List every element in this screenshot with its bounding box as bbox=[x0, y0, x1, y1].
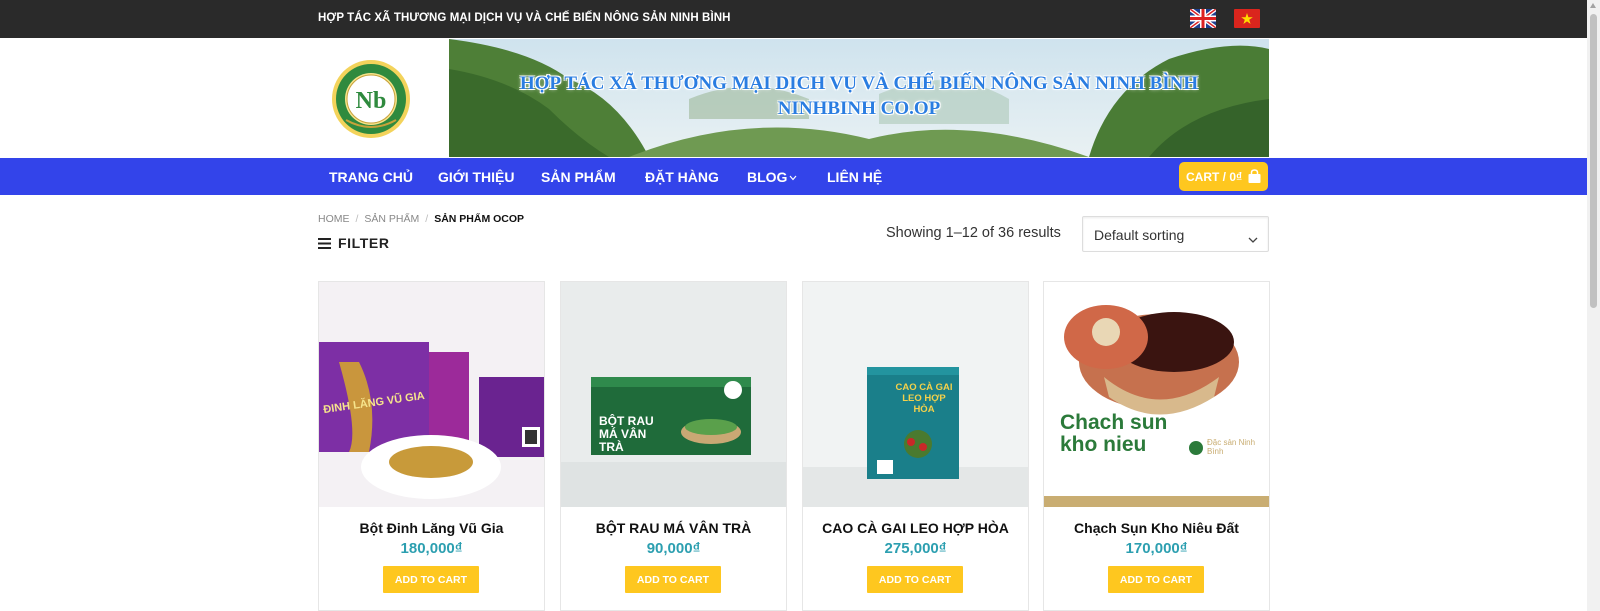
banner-title: HỢP TÁC XÃ THƯƠNG MẠI DỊCH VỤ VÀ CHẾ BIẾ… bbox=[519, 73, 1199, 94]
nav-item-order[interactable]: ĐẶT HÀNG bbox=[645, 169, 719, 185]
shopping-bag-icon bbox=[1247, 169, 1262, 187]
breadcrumb-current: SẢN PHẨM OCOP bbox=[434, 213, 525, 225]
scroll-up-icon[interactable] bbox=[1590, 3, 1596, 8]
product-image[interactable]: ĐINH LĂNG VŨ GIA bbox=[319, 282, 544, 507]
menu-icon bbox=[318, 237, 331, 249]
nav-item-contact[interactable]: LIÊN HỆ bbox=[827, 169, 882, 185]
product-image[interactable]: CAO CÀ GAI LEO HỢP HÒA bbox=[803, 282, 1028, 507]
cart-button[interactable]: CART / 0₫ bbox=[1179, 162, 1268, 191]
breadcrumb-separator: / bbox=[355, 213, 359, 225]
add-to-cart-button[interactable]: ADD TO CART bbox=[867, 566, 963, 593]
product-name[interactable]: Bột Đinh Lăng Vũ Gia bbox=[319, 520, 544, 536]
sort-select[interactable]: Default sorting bbox=[1082, 216, 1269, 252]
nav-item-home[interactable]: TRANG CHỦ bbox=[329, 169, 413, 185]
nav-item-about[interactable]: GIỚI THIỆU bbox=[438, 169, 515, 185]
header-banner: HỢP TÁC XÃ THƯƠNG MẠI DỊCH VỤ VÀ CHẾ BIẾ… bbox=[449, 39, 1269, 157]
svg-text:Nb: Nb bbox=[356, 88, 387, 114]
product-image[interactable]: Chach sun kho nieu Đặc sản Ninh Bình bbox=[1044, 282, 1269, 507]
product-image-badge: Đặc sản Ninh Bình bbox=[1207, 438, 1256, 456]
breadcrumb-separator: / bbox=[425, 213, 429, 225]
nav-item-blog-label: BLOG bbox=[747, 169, 788, 185]
main-nav: TRANG CHỦ GIỚI THIỆU SẢN PHẨM ĐẶT HÀNG B… bbox=[0, 158, 1587, 195]
top-bar: HỢP TÁC XÃ THƯƠNG MẠI DỊCH VỤ VÀ CHẾ BIẾ… bbox=[0, 0, 1587, 38]
product-image-label: BỘT RAU MÁ VÂN TRÀ bbox=[599, 414, 654, 454]
page-scrollbar[interactable] bbox=[1587, 0, 1600, 611]
product-card[interactable]: CAO CÀ GAI LEO HỢP HÒA CAO CÀ GAI LEO HỢ… bbox=[802, 281, 1029, 611]
scrollbar-thumb[interactable] bbox=[1590, 14, 1597, 308]
product-image-label: Chach sun kho nieu bbox=[1060, 411, 1168, 456]
chevron-down-icon bbox=[789, 173, 797, 184]
product-card[interactable]: ĐINH LĂNG VŨ GIA Bột Đinh Lăng Vũ Gia 18… bbox=[318, 281, 545, 611]
breadcrumb-products[interactable]: SẢN PHẨM bbox=[364, 213, 419, 225]
site-header: Nb HỢP TÁC XÃ THƯƠNG MẠI DỊCH VỤ VÀ CHẾ … bbox=[0, 38, 1587, 158]
cart-label: CART / 0₫ bbox=[1186, 170, 1243, 184]
product-name[interactable]: BỘT RAU MÁ VÂN TRÀ bbox=[561, 520, 786, 536]
nav-item-blog[interactable]: BLOG bbox=[747, 169, 797, 185]
vietnam-flag-icon[interactable] bbox=[1234, 9, 1260, 28]
product-price: 90,000₫ bbox=[646, 540, 701, 557]
add-to-cart-button[interactable]: ADD TO CART bbox=[1108, 566, 1204, 593]
product-name[interactable]: Chạch Sụn Kho Niêu Đất bbox=[1044, 520, 1269, 536]
site-logo[interactable]: Nb bbox=[318, 54, 424, 144]
nav-item-products[interactable]: SẢN PHẨM bbox=[541, 169, 616, 185]
add-to-cart-button[interactable]: ADD TO CART bbox=[383, 566, 479, 593]
product-image-label: CAO CÀ GAI LEO HỢP HÒA bbox=[895, 382, 953, 415]
filter-button[interactable]: FILTER bbox=[318, 235, 390, 251]
sort-value: Default sorting bbox=[1094, 227, 1185, 243]
add-to-cart-button[interactable]: ADD TO CART bbox=[625, 566, 721, 593]
top-bar-title: HỢP TÁC XÃ THƯƠNG MẠI DỊCH VỤ VÀ CHẾ BIẾ… bbox=[318, 12, 731, 24]
product-card[interactable]: Chach sun kho nieu Đặc sản Ninh Bình Chạ… bbox=[1043, 281, 1270, 611]
breadcrumb: HOME / SẢN PHẨM / SẢN PHẨM OCOP bbox=[318, 213, 524, 225]
product-card[interactable]: BỘT RAU MÁ VÂN TRÀ BỘT RAU MÁ VÂN TRÀ 90… bbox=[560, 281, 787, 611]
product-name[interactable]: CAO CÀ GAI LEO HỢP HÒA bbox=[803, 520, 1028, 536]
product-price: 275,000₫ bbox=[884, 540, 947, 557]
product-image[interactable]: BỘT RAU MÁ VÂN TRÀ bbox=[561, 282, 786, 507]
product-price: 170,000₫ bbox=[1125, 540, 1188, 557]
filter-label: FILTER bbox=[338, 235, 390, 251]
product-price: 180,000₫ bbox=[400, 540, 463, 557]
chevron-down-icon bbox=[1248, 230, 1258, 246]
banner-subtitle: NINHBINH CO.OP bbox=[777, 98, 941, 119]
breadcrumb-home[interactable]: HOME bbox=[318, 213, 350, 225]
result-count: Showing 1–12 of 36 results bbox=[886, 225, 1061, 241]
uk-flag-icon[interactable] bbox=[1190, 9, 1216, 28]
